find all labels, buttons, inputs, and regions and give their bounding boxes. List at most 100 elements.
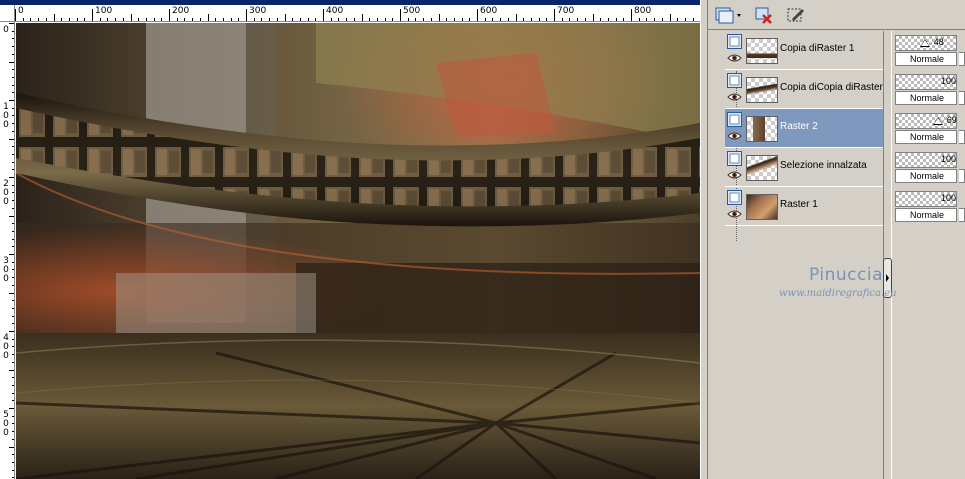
ruler-subtick (423, 18, 425, 21)
ruler-subtick (276, 18, 278, 21)
ruler-subtick (661, 18, 663, 21)
ruler-subtick (12, 115, 14, 117)
ruler-tick (323, 9, 324, 21)
visibility-eye-icon[interactable] (727, 92, 742, 102)
ruler-subtick (222, 18, 224, 21)
ruler-subtick (307, 18, 309, 21)
ruler-subtick (615, 18, 617, 21)
blend-mode-dropdown-arrow[interactable] (959, 130, 965, 144)
ruler-subtick (12, 146, 14, 148)
ruler-subtick (654, 18, 656, 21)
image-canvas[interactable] (16, 23, 700, 479)
ruler-subtick (569, 18, 571, 21)
ruler-subtick (12, 53, 14, 55)
ruler-subtick (469, 18, 471, 21)
ruler-subtick (515, 14, 517, 21)
blend-mode-dropdown-arrow[interactable] (959, 91, 965, 105)
ruler-subtick (607, 18, 609, 21)
ruler-subtick (253, 18, 255, 21)
opacity-slider-thumb[interactable] (919, 39, 930, 47)
ruler-subtick (45, 18, 47, 21)
visibility-eye-icon[interactable] (727, 170, 742, 180)
ruler-tick (477, 9, 478, 21)
ruler-subtick (12, 269, 14, 271)
layer-row[interactable]: Copia diRaster 1 (725, 31, 883, 70)
ruler-subtick (12, 431, 14, 433)
ruler-subtick (12, 415, 14, 417)
ruler-subtick (207, 14, 209, 21)
layer-row[interactable]: Raster 1 (725, 187, 883, 226)
visibility-eye-icon[interactable] (727, 209, 742, 219)
ruler-subtick (238, 18, 240, 21)
ruler-subtick (9, 369, 14, 371)
opacity-value: 48 (933, 37, 944, 47)
ruler-label: 400 (1, 333, 11, 360)
ruler-tick (400, 9, 401, 21)
ruler-subtick (145, 18, 147, 21)
ruler-label: 600 (480, 6, 498, 16)
layer-row[interactable]: Raster 2 (725, 109, 883, 148)
ruler-subtick (12, 261, 14, 263)
raster-layer-icon (727, 112, 742, 127)
pane-splitter[interactable] (700, 0, 708, 479)
delete-layer-button[interactable] (752, 4, 776, 26)
blend-mode-dropdown-arrow[interactable] (959, 208, 965, 222)
horizontal-ruler: 0 100 200 300 400 500 600 700 800 (15, 0, 700, 22)
ruler-subtick (12, 323, 14, 325)
ruler-subtick (438, 14, 440, 21)
ruler-subtick (353, 18, 355, 21)
raster-layer-icon (727, 34, 742, 49)
visibility-eye-icon[interactable] (727, 53, 742, 63)
blend-mode-select[interactable]: Normale (895, 52, 957, 66)
ruler-subtick (12, 238, 14, 240)
ruler-subtick (430, 18, 432, 21)
mask-button[interactable] (784, 4, 808, 26)
ruler-subtick (500, 18, 502, 21)
blend-mode-select[interactable]: Normale (895, 91, 957, 105)
columns-splitter[interactable] (883, 31, 892, 479)
ruler-subtick (561, 18, 563, 21)
image-workspace: 0 100 200 300 400 500 600 700 800 0 100 200 300 400 5… (0, 0, 700, 479)
ruler-label: 500 (403, 6, 421, 16)
ruler-tick (246, 9, 247, 21)
ruler-subtick (12, 192, 14, 194)
layer-props-row: 69 Normale (893, 109, 965, 148)
layer-name: Selezione innalzata (780, 160, 867, 171)
ruler-corner (0, 0, 15, 22)
blend-mode-select[interactable]: Normale (895, 169, 957, 183)
blend-mode-select[interactable]: Normale (895, 208, 957, 222)
ruler-tick (631, 9, 632, 21)
ruler-label: 200 (1, 179, 11, 206)
ruler-subtick (12, 300, 14, 302)
ruler-tick (92, 9, 93, 21)
layer-row[interactable]: Selezione innalzata (725, 148, 883, 187)
blend-mode-dropdown-arrow[interactable] (959, 52, 965, 66)
layer-properties: 48 Normale 100 Normale 69 Normale 100 Normale 10… (893, 31, 965, 479)
ruler-tick (15, 9, 16, 21)
raster-layer-icon (727, 73, 742, 88)
ruler-subtick (12, 346, 14, 348)
visibility-eye-icon[interactable] (727, 131, 742, 141)
ruler-subtick (507, 18, 509, 21)
ruler-tick (169, 9, 170, 21)
new-layer-button[interactable] (714, 4, 744, 26)
blend-mode-dropdown-arrow[interactable] (959, 169, 965, 183)
watermark-url: www.maidiregrafica.eu (779, 288, 897, 299)
ruler-subtick (99, 18, 101, 21)
layer-props-row: 100 Normale (893, 187, 965, 226)
layer-row[interactable]: Copia diCopia diRaster 1 (725, 70, 891, 109)
ruler-label: 200 (172, 6, 190, 16)
ruler-tick (9, 254, 14, 255)
blend-mode-select[interactable]: Normale (895, 130, 957, 144)
ruler-subtick (12, 392, 14, 394)
ruler-label: 100 (95, 6, 113, 16)
psp-window: 0 100 200 300 400 500 600 700 800 0 100 200 300 400 5… (0, 0, 965, 479)
opacity-slider-thumb[interactable] (932, 117, 943, 125)
watermark: Pinuccia www.maidiregrafica.eu (771, 265, 911, 305)
ruler-label: 300 (249, 6, 267, 16)
ruler-subtick (338, 18, 340, 21)
ruler-subtick (12, 69, 14, 71)
ruler-tick (9, 177, 14, 178)
ruler-subtick (138, 18, 140, 21)
ruler-subtick (669, 14, 671, 21)
